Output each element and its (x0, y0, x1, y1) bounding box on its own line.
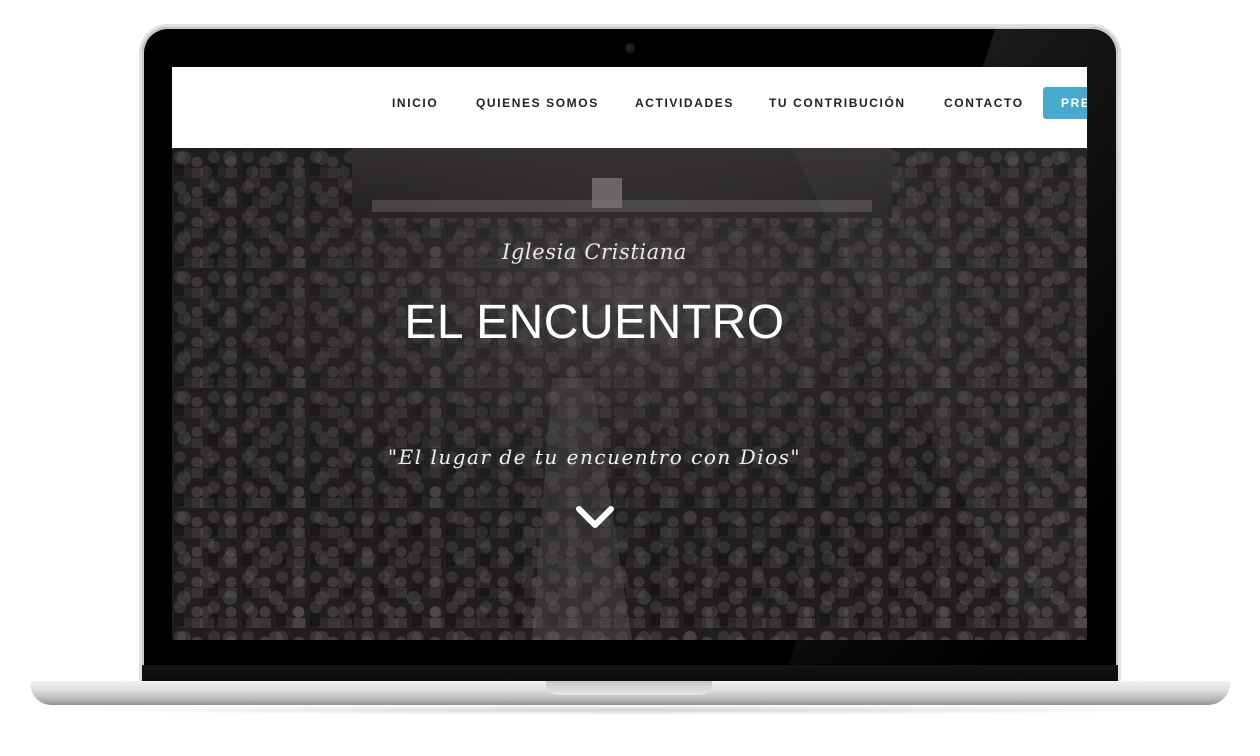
website-screen: INICIO QUIENES SOMOS ACTIVIDADES TU CONT… (172, 67, 1087, 640)
top-navigation: INICIO QUIENES SOMOS ACTIVIDADES TU CONT… (172, 67, 1087, 148)
nav-item-tu-contribucion[interactable]: TU CONTRIBUCIÓN (769, 95, 906, 111)
hero-title: EL ENCUENTRO (404, 296, 785, 349)
nav-item-contacto[interactable]: CONTACTO (944, 95, 1024, 111)
laptop-hinge-notch (546, 681, 712, 695)
laptop-shadow (60, 705, 1200, 715)
hero-background-image (172, 148, 1087, 640)
hero-subtitle: Iglesia Cristiana (501, 240, 688, 264)
nav-item-inicio[interactable]: INICIO (392, 95, 438, 111)
hero-tagline: "El lugar de tu encuentro con Dios" (387, 445, 802, 469)
camera-icon (626, 44, 634, 52)
chevron-down-icon[interactable] (575, 503, 615, 533)
nav-item-quienes-somos[interactable]: QUIENES SOMOS (476, 95, 599, 111)
nav-cta-button[interactable]: PRE (1043, 87, 1087, 119)
nav-item-actividades[interactable]: ACTIVIDADES (635, 95, 734, 111)
hero-section: Iglesia Cristiana EL ENCUENTRO "El lugar… (172, 148, 1087, 640)
